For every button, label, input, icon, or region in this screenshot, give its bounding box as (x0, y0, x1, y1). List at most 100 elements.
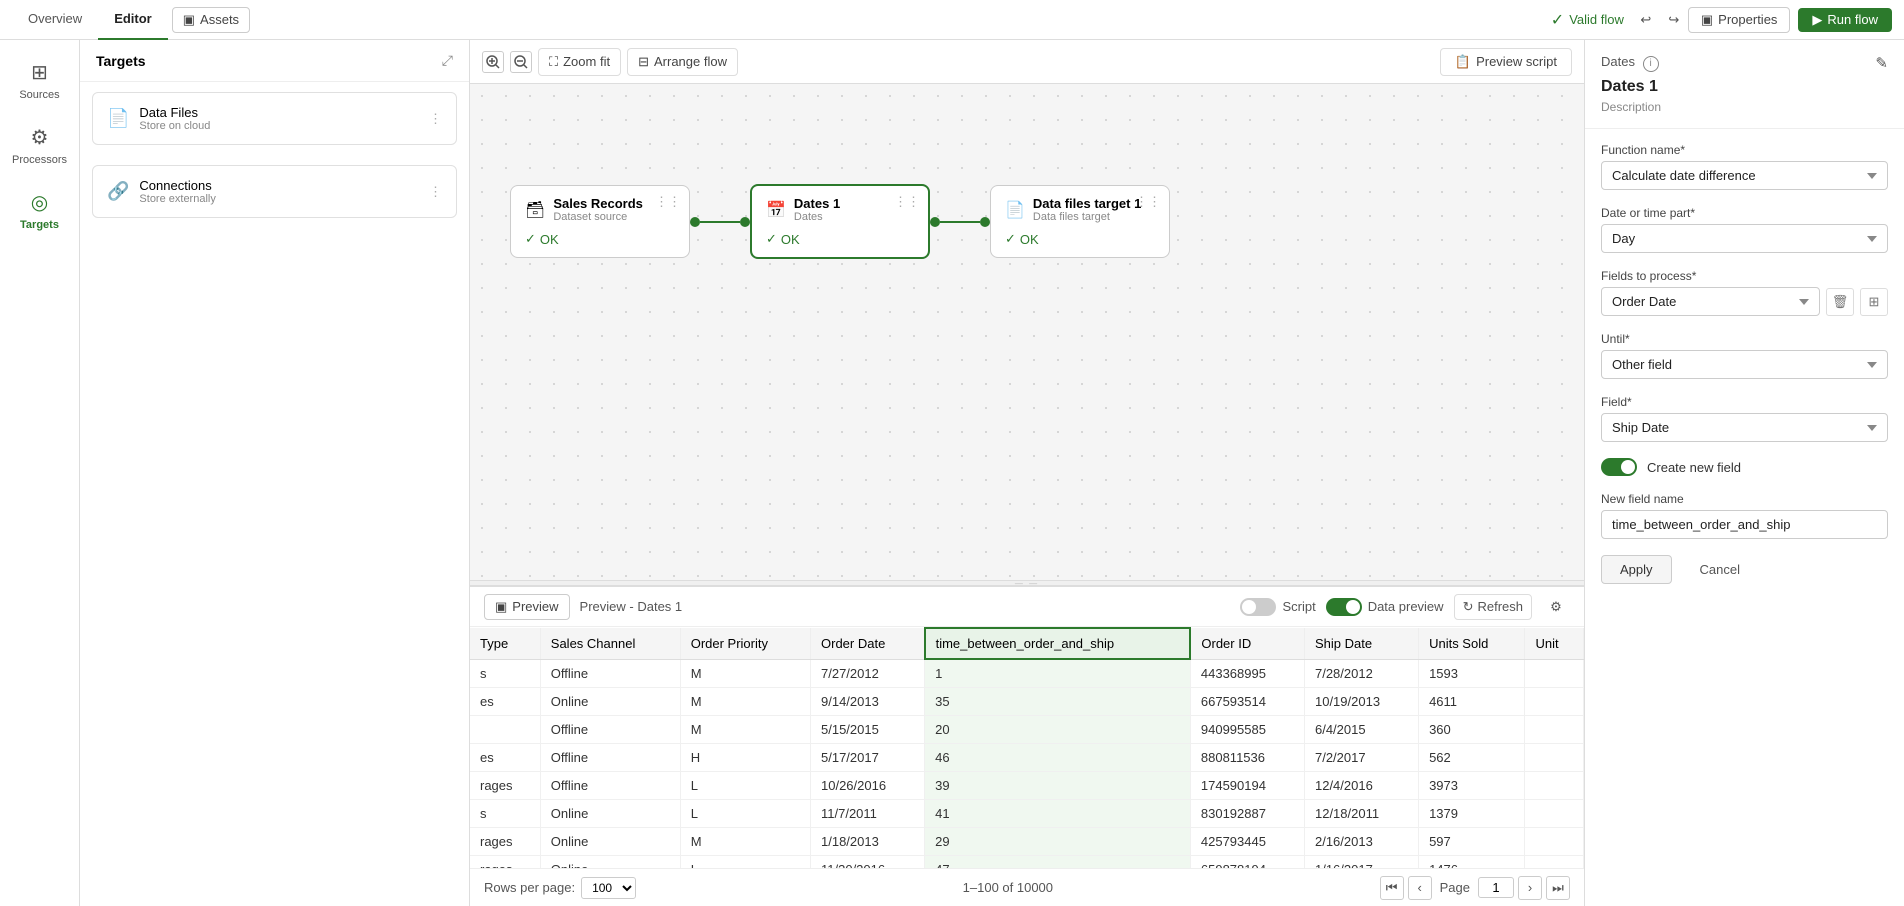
script-toggle[interactable] (1240, 598, 1276, 616)
properties-button[interactable]: ▣ Properties (1688, 7, 1791, 33)
next-page-button[interactable]: › (1518, 876, 1542, 900)
connector-1 (690, 217, 750, 227)
tab-overview[interactable]: Overview (12, 0, 98, 40)
table-cell: 3973 (1419, 772, 1525, 800)
assets-icon: ▣ (183, 12, 195, 28)
first-page-button[interactable]: ⏮ (1380, 876, 1404, 900)
table-cell: 425793445 (1190, 828, 1304, 856)
table-cell: s (470, 659, 540, 688)
add-field-button[interactable]: ⊞ (1860, 288, 1888, 316)
zoom-in-button[interactable] (482, 51, 504, 73)
table-settings-button[interactable]: ⚙ (1542, 593, 1570, 621)
tab-editor[interactable]: Editor (98, 0, 168, 40)
create-field-label: Create new field (1647, 460, 1741, 475)
col-order-priority: Order Priority (680, 628, 810, 659)
run-flow-button[interactable]: ▶ Run flow (1798, 8, 1892, 32)
target-card-data-files[interactable]: 📄 Data Files Store on cloud ⋮ (92, 92, 457, 145)
target-card-connections[interactable]: 🔗 Connections Store externally ⋮ (92, 165, 457, 218)
node-dates-1[interactable]: ⋮⋮ 📅 Dates 1 Dates ✓ OK (750, 184, 930, 259)
table-cell: 6/4/2015 (1304, 716, 1418, 744)
assets-button[interactable]: ▣ Assets (172, 7, 250, 33)
data-preview-toggle[interactable] (1326, 598, 1362, 616)
node-sales-records[interactable]: ⋮⋮ 🗃 Sales Records Dataset source ✓ OK (510, 185, 690, 258)
node-icon-target: 📄 (1005, 200, 1025, 220)
new-field-name-input[interactable] (1601, 510, 1888, 539)
refresh-button[interactable]: ↻ Refresh (1454, 594, 1532, 620)
table-cell: 443368995 (1190, 659, 1304, 688)
properties-icon: ▣ (1701, 12, 1713, 28)
table-cell: 2/16/2013 (1304, 828, 1418, 856)
table-cell: Offline (540, 772, 680, 800)
node-title-dates: Dates 1 (794, 196, 840, 211)
col-time-between: time_between_order_and_ship (925, 628, 1191, 659)
table-cell: Offline (540, 716, 680, 744)
apply-button[interactable]: Apply (1601, 555, 1672, 584)
node-data-files-target[interactable]: ⋮⋮ 📄 Data files target 1 Data files targ… (990, 185, 1170, 258)
until-select[interactable]: Other field Now Specific date (1601, 350, 1888, 379)
rows-per-page-select[interactable]: 100 50 25 (581, 877, 636, 899)
action-buttons: Apply Cancel (1601, 555, 1888, 584)
table-row: sOfflineM7/27/201214433689957/28/2012159… (470, 659, 1584, 688)
zoom-fit-button[interactable]: ⛶ Zoom fit (538, 48, 621, 76)
page-input[interactable] (1478, 877, 1514, 898)
table-cell: rages (470, 828, 540, 856)
right-panel-node-title: Dates 1 (1601, 78, 1888, 96)
table-cell: Online (540, 828, 680, 856)
node-menu-dates[interactable]: ⋮⋮ (894, 194, 920, 210)
connections-menu[interactable]: ⋮ (429, 184, 442, 200)
sidebar-item-sources[interactable]: ⊞ Sources (0, 50, 79, 111)
table-row: sOnlineL11/7/20114183019288712/18/201113… (470, 800, 1584, 828)
zoom-out-button[interactable] (510, 51, 532, 73)
node-status-target: ✓ OK (1005, 231, 1155, 247)
prev-page-button[interactable]: ‹ (1408, 876, 1432, 900)
table-cell: 1379 (1419, 800, 1525, 828)
preview-script-button[interactable]: 📋 Preview script (1440, 48, 1572, 76)
date-part-select[interactable]: Day Month Year (1601, 224, 1888, 253)
table-cell: 5/17/2017 (811, 744, 925, 772)
fields-label: Fields to process* (1601, 269, 1888, 283)
edit-icon[interactable]: ✎ (1875, 54, 1888, 72)
table-cell: 1593 (1419, 659, 1525, 688)
create-field-toggle[interactable] (1601, 458, 1637, 476)
data-files-name: Data Files (139, 105, 419, 120)
main-area: ⊞ Sources ⚙ Processors ◎ Targets Targets… (0, 40, 1904, 906)
left-sidebar: ⊞ Sources ⚙ Processors ◎ Targets (0, 40, 80, 906)
zoom-fit-icon: ⛶ (549, 54, 558, 70)
right-panel-top: Dates i ✎ Dates 1 Description (1585, 40, 1904, 129)
sidebar-item-targets[interactable]: ◎ Targets (0, 180, 79, 241)
preview-button[interactable]: ▣ Preview (484, 594, 570, 620)
expand-icon[interactable]: ⤢ (442, 52, 453, 69)
field-select[interactable]: Ship Date (1601, 413, 1888, 442)
arrange-flow-button[interactable]: ⊟ Arrange flow (627, 48, 738, 76)
last-page-button[interactable]: ⏭ (1546, 876, 1570, 900)
table-cell: 1 (925, 659, 1191, 688)
targets-header: Targets ⤢ (80, 40, 469, 82)
checkmark-icon: ✓ (1551, 10, 1564, 30)
cancel-button[interactable]: Cancel (1682, 555, 1758, 584)
canvas-right: ⛶ Zoom fit ⊟ Arrange flow 📋 Preview scri… (470, 40, 1584, 906)
fields-select[interactable]: Order Date (1601, 287, 1820, 316)
info-icon[interactable]: i (1643, 56, 1659, 72)
table-cell: 39 (925, 772, 1191, 800)
node-menu-target[interactable]: ⋮⋮ (1135, 194, 1161, 210)
data-files-menu[interactable]: ⋮ (429, 111, 442, 127)
create-field-row: Create new field (1601, 458, 1888, 476)
node-sub-target: Data files target (1033, 211, 1141, 223)
sources-icon: ⊞ (31, 60, 48, 85)
processors-icon: ⚙ (31, 125, 49, 150)
sidebar-item-processors[interactable]: ⚙ Processors (0, 115, 79, 176)
undo-button[interactable]: ↩ (1632, 6, 1660, 34)
delete-field-button[interactable]: 🗑 (1826, 288, 1854, 316)
table-cell (1525, 828, 1584, 856)
function-name-select[interactable]: Calculate date difference (1601, 161, 1888, 190)
col-order-date: Order Date (811, 628, 925, 659)
table-row: ragesOfflineL10/26/20163917459019412/4/2… (470, 772, 1584, 800)
right-panel-form: Function name* Calculate date difference… (1585, 129, 1904, 598)
table-row: esOfflineH5/17/2017468808115367/2/201756… (470, 744, 1584, 772)
node-status-dates: ✓ OK (766, 231, 914, 247)
redo-button[interactable]: ↪ (1660, 6, 1688, 34)
node-title-target: Data files target 1 (1033, 196, 1141, 211)
col-sales-channel: Sales Channel (540, 628, 680, 659)
node-menu-sales[interactable]: ⋮⋮ (655, 194, 681, 210)
table-cell: 597 (1419, 828, 1525, 856)
